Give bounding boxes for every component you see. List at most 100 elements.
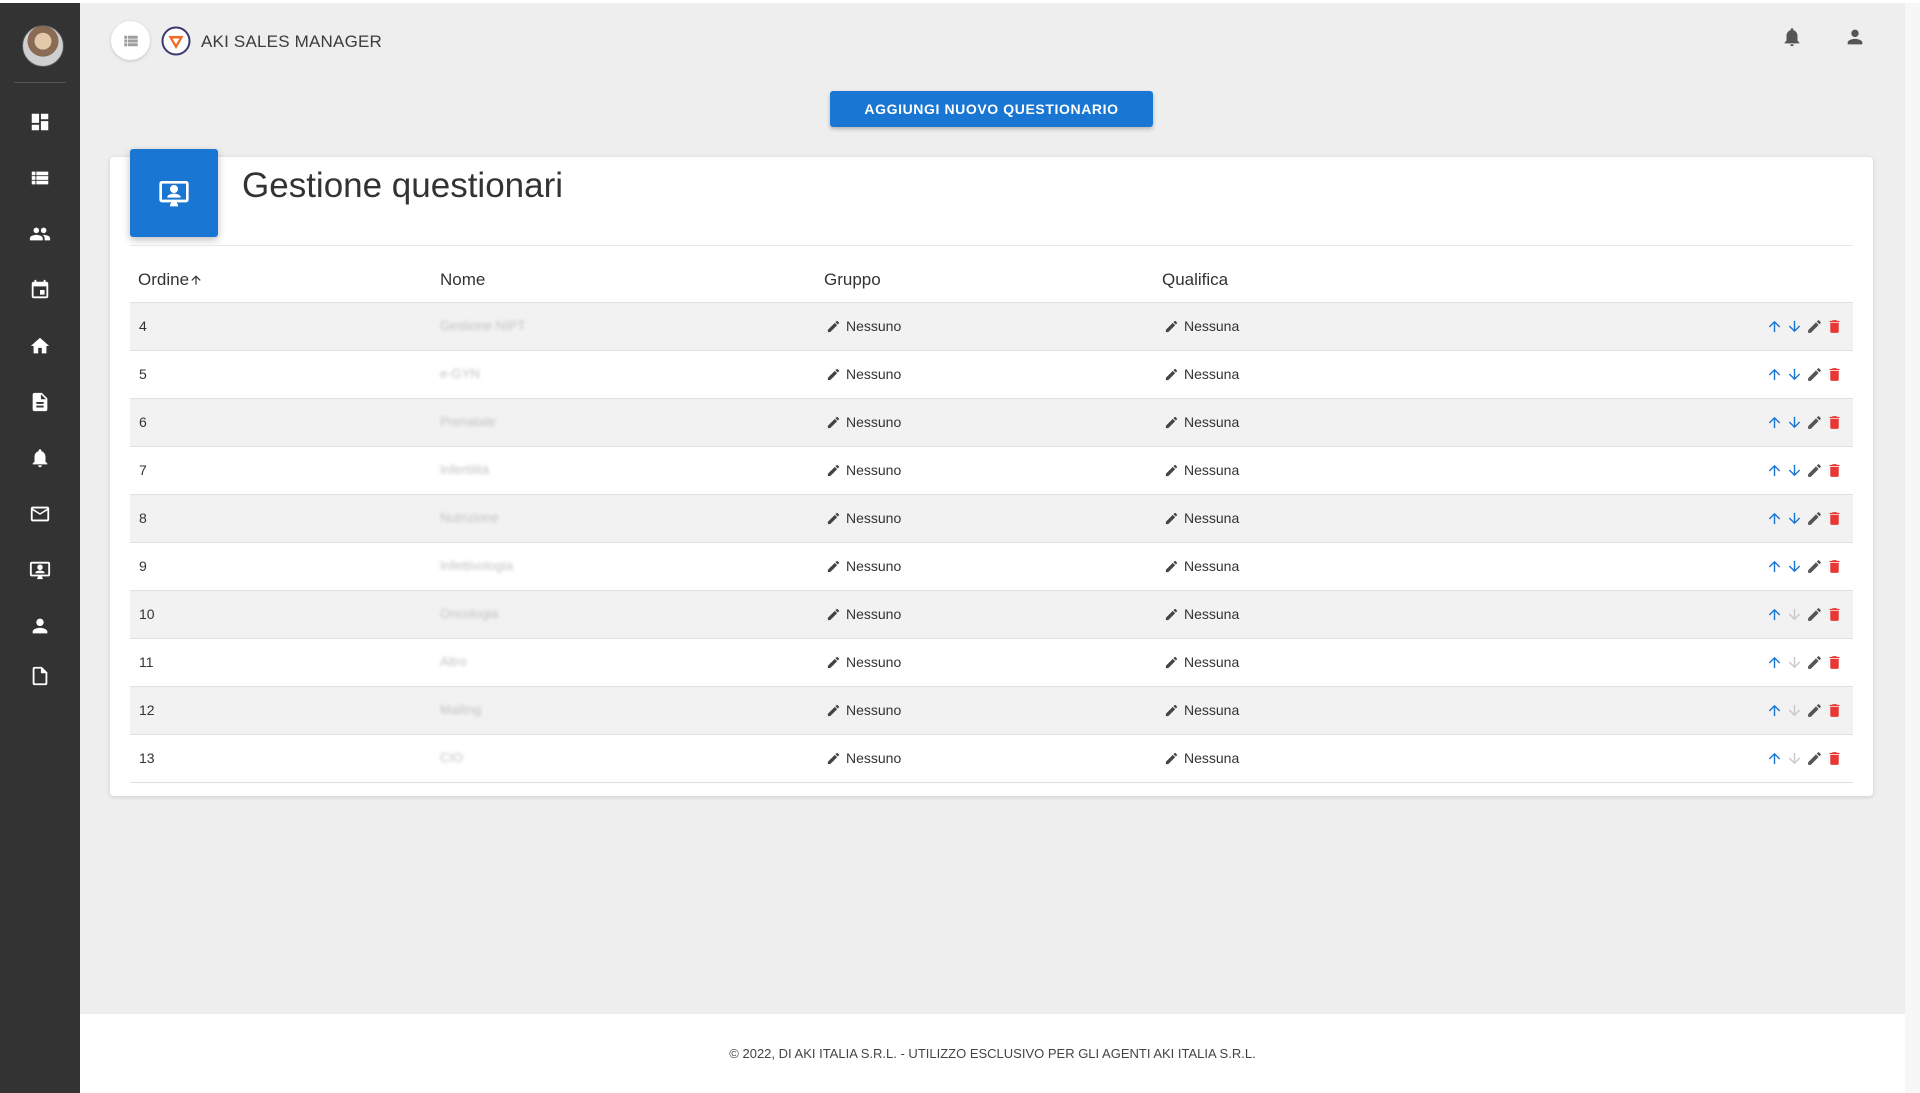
cell-gruppo[interactable]: Nessuno xyxy=(826,558,901,574)
edit-button[interactable] xyxy=(1806,558,1823,575)
cell-gruppo-value: Nessuno xyxy=(846,414,902,430)
arrow-up-icon xyxy=(1768,704,1781,717)
delete-button[interactable] xyxy=(1826,414,1843,431)
move-up-button[interactable] xyxy=(1766,414,1783,431)
pencil-icon xyxy=(1165,464,1178,477)
cell-qualifica[interactable]: Nessuna xyxy=(1164,606,1239,622)
move-down-button[interactable] xyxy=(1786,414,1803,431)
move-down-button[interactable] xyxy=(1786,366,1803,383)
cell-gruppo[interactable]: Nessuno xyxy=(826,606,901,622)
delete-button[interactable] xyxy=(1826,750,1843,767)
trash-icon xyxy=(1829,512,1840,525)
move-down-button[interactable] xyxy=(1786,750,1803,767)
sidebar-item-calendar[interactable] xyxy=(0,270,80,310)
sidebar-item-home[interactable] xyxy=(0,326,80,366)
arrow-up-icon xyxy=(191,275,201,285)
pencil-icon xyxy=(1808,416,1821,429)
delete-button[interactable] xyxy=(1826,606,1843,623)
cell-qualifica[interactable]: Nessuna xyxy=(1164,702,1239,718)
cell-gruppo[interactable]: Nessuno xyxy=(826,318,901,334)
move-up-button[interactable] xyxy=(1766,318,1783,335)
pencil-icon xyxy=(1165,608,1178,621)
edit-button[interactable] xyxy=(1806,654,1823,671)
move-up-button[interactable] xyxy=(1766,654,1783,671)
cell-qualifica-value: Nessuna xyxy=(1184,654,1240,670)
arrow-down-icon xyxy=(1788,704,1801,717)
pencil-icon xyxy=(1808,512,1821,525)
pencil-icon xyxy=(1808,560,1821,573)
pencil-icon xyxy=(1808,752,1821,765)
cell-ordine: 4 xyxy=(139,318,147,334)
cell-gruppo[interactable]: Nessuno xyxy=(826,510,901,526)
move-down-button[interactable] xyxy=(1786,318,1803,335)
edit-button[interactable] xyxy=(1806,702,1823,719)
delete-button[interactable] xyxy=(1826,462,1843,479)
cell-qualifica[interactable]: Nessuna xyxy=(1164,558,1239,574)
column-header-ordine[interactable]: Ordine xyxy=(138,270,203,290)
delete-button[interactable] xyxy=(1826,318,1843,335)
sidebar-item-documents[interactable] xyxy=(0,382,80,422)
scrollbar[interactable] xyxy=(1905,3,1920,1093)
cell-gruppo[interactable]: Nessuno xyxy=(826,750,901,766)
cell-qualifica[interactable]: Nessuna xyxy=(1164,462,1239,478)
move-up-button[interactable] xyxy=(1766,702,1783,719)
cell-ordine: 8 xyxy=(139,510,147,526)
cell-qualifica[interactable]: Nessuna xyxy=(1164,414,1239,430)
cell-qualifica[interactable]: Nessuna xyxy=(1164,366,1239,382)
delete-button[interactable] xyxy=(1826,366,1843,383)
sidebar-item-list[interactable] xyxy=(0,158,80,198)
sidebar-item-files[interactable] xyxy=(0,656,80,696)
move-down-button[interactable] xyxy=(1786,462,1803,479)
sidebar-item-questionnaires[interactable] xyxy=(0,550,80,590)
cell-gruppo[interactable]: Nessuno xyxy=(826,654,901,670)
edit-button[interactable] xyxy=(1806,750,1823,767)
move-down-button[interactable] xyxy=(1786,510,1803,527)
table-row: 4 Gestione NIPT Nessuno Nessuna xyxy=(130,303,1853,351)
cell-qualifica[interactable]: Nessuna xyxy=(1164,654,1239,670)
aki-logo-icon xyxy=(161,26,191,56)
cell-gruppo[interactable]: Nessuno xyxy=(826,462,901,478)
move-up-button[interactable] xyxy=(1766,462,1783,479)
sidebar-item-mail[interactable] xyxy=(0,494,80,534)
move-up-button[interactable] xyxy=(1766,750,1783,767)
avatar[interactable] xyxy=(22,25,64,67)
sidebar-item-dashboard[interactable] xyxy=(0,102,80,142)
edit-button[interactable] xyxy=(1806,462,1823,479)
cell-gruppo[interactable]: Nessuno xyxy=(826,702,901,718)
edit-button[interactable] xyxy=(1806,414,1823,431)
delete-button[interactable] xyxy=(1826,510,1843,527)
cell-qualifica[interactable]: Nessuna xyxy=(1164,510,1239,526)
edit-button[interactable] xyxy=(1806,366,1823,383)
cell-qualifica[interactable]: Nessuna xyxy=(1164,750,1239,766)
column-header-qualifica[interactable]: Qualifica xyxy=(1162,270,1228,290)
move-up-button[interactable] xyxy=(1766,606,1783,623)
move-up-button[interactable] xyxy=(1766,558,1783,575)
edit-button[interactable] xyxy=(1806,318,1823,335)
notifications-button[interactable] xyxy=(1781,26,1805,50)
edit-button[interactable] xyxy=(1806,510,1823,527)
cell-qualifica[interactable]: Nessuna xyxy=(1164,318,1239,334)
cell-gruppo[interactable]: Nessuno xyxy=(826,366,901,382)
sidebar-item-people[interactable] xyxy=(0,214,80,254)
user-menu-button[interactable] xyxy=(1844,26,1868,50)
column-header-nome[interactable]: Nome xyxy=(440,270,485,290)
add-questionnaire-button[interactable]: AGGIUNGI NUOVO QUESTIONARIO xyxy=(830,91,1153,127)
sidebar-toggle-button[interactable] xyxy=(111,21,150,60)
edit-button[interactable] xyxy=(1806,606,1823,623)
delete-button[interactable] xyxy=(1826,558,1843,575)
move-down-button[interactable] xyxy=(1786,702,1803,719)
cell-gruppo-value: Nessuno xyxy=(846,702,902,718)
sidebar-item-profile[interactable] xyxy=(0,606,80,646)
move-up-button[interactable] xyxy=(1766,366,1783,383)
column-header-gruppo[interactable]: Gruppo xyxy=(824,270,881,290)
cell-gruppo[interactable]: Nessuno xyxy=(826,414,901,430)
move-up-button[interactable] xyxy=(1766,510,1783,527)
move-down-button[interactable] xyxy=(1786,606,1803,623)
sidebar-item-notifications[interactable] xyxy=(0,438,80,478)
pencil-icon xyxy=(1165,752,1178,765)
delete-button[interactable] xyxy=(1826,702,1843,719)
pencil-icon xyxy=(1808,464,1821,477)
move-down-button[interactable] xyxy=(1786,654,1803,671)
delete-button[interactable] xyxy=(1826,654,1843,671)
move-down-button[interactable] xyxy=(1786,558,1803,575)
